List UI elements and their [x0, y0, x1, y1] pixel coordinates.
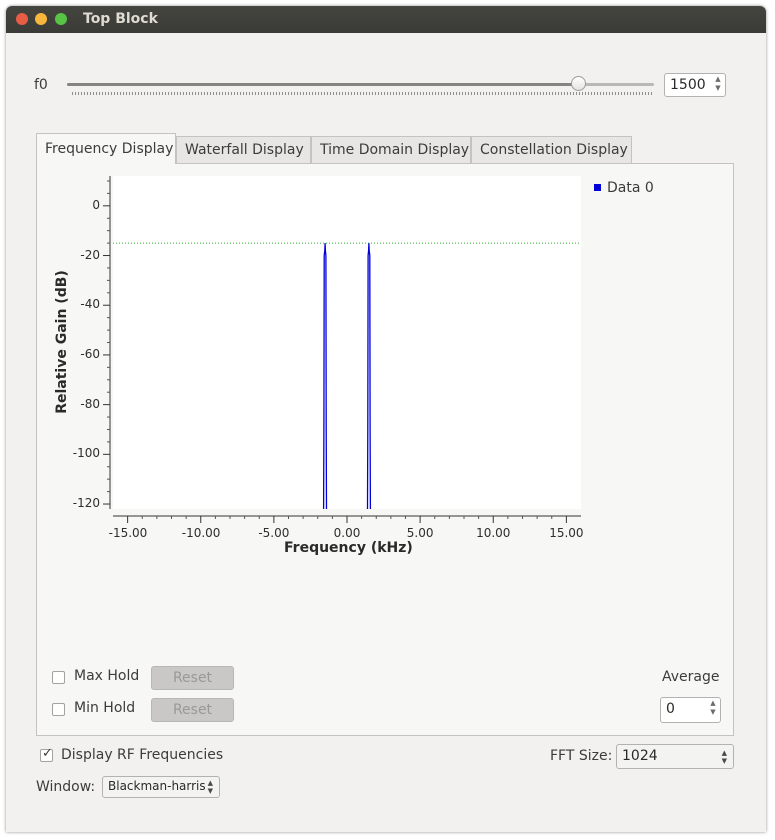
x-axis-title: Frequency (kHz)	[284, 540, 413, 556]
y-tick-label: -80	[80, 396, 100, 411]
display-rf-frequencies-label: Display RF Frequencies	[61, 747, 224, 763]
tab-waterfall-display[interactable]: Waterfall Display	[176, 136, 311, 163]
min-hold-label: Min Hold	[74, 700, 136, 716]
max-hold-checkbox[interactable]	[52, 671, 65, 684]
window-value: Blackman-harris	[108, 779, 206, 793]
plot-area[interactable]	[113, 176, 581, 509]
average-value: 0	[666, 701, 675, 717]
maximize-window-button[interactable]	[55, 13, 67, 25]
select-arrows-icon: ▲ ▼	[207, 779, 213, 795]
y-tick-label: -60	[80, 346, 100, 361]
checkmark-icon: ✓	[42, 746, 53, 761]
display-rf-frequencies-checkbox[interactable]: ✓	[40, 746, 53, 762]
tab-constellation-display[interactable]: Constellation Display	[471, 136, 632, 163]
legend-swatch-data-0	[594, 184, 601, 191]
f0-value: 1500	[670, 77, 706, 93]
min-hold-checkbox[interactable]	[52, 703, 65, 716]
f0-slider-handle[interactable]	[570, 76, 586, 91]
tab-time-domain-display[interactable]: Time Domain Display	[311, 136, 471, 163]
f0-slider-ticks	[72, 92, 654, 95]
max-hold-label: Max Hold	[74, 668, 140, 684]
window-label: Window:	[36, 779, 96, 795]
average-spinbox[interactable]: 0 ▲ ▼	[660, 697, 721, 723]
fft-size-value: 1024	[622, 748, 658, 764]
spin-arrows-icon[interactable]: ▲ ▼	[709, 699, 717, 717]
x-tick-label: -15.00	[108, 526, 148, 540]
y-axis-title: Relative Gain (dB)	[53, 270, 70, 414]
app-window: Top Block f0 1500 ▲ ▼ Frequency Display W…	[6, 6, 766, 832]
x-tick-label: -10.00	[181, 526, 221, 540]
f0-slider[interactable]	[67, 83, 654, 86]
x-tick-label: 5.00	[406, 526, 434, 540]
average-label: Average	[662, 669, 720, 685]
x-tick-label: 10.00	[476, 526, 511, 540]
x-tick-label: -5.00	[258, 526, 290, 540]
f0-value-spinbox[interactable]: 1500 ▲ ▼	[664, 73, 726, 97]
select-arrows-icon: ▲ ▼	[721, 749, 727, 765]
y-tick-label: 0	[92, 197, 100, 212]
max-hold-reset-button[interactable]: Reset	[151, 666, 234, 690]
f0-label: f0	[34, 77, 48, 93]
y-tick-label: -100	[72, 446, 100, 461]
legend-label-data-0: Data 0	[607, 180, 654, 196]
title-bar: Top Block	[6, 6, 766, 33]
y-tick-label: -120	[72, 496, 100, 511]
min-hold-reset-button[interactable]: Reset	[151, 698, 234, 722]
fft-size-select[interactable]: 1024 ▲ ▼	[616, 744, 734, 769]
window-title: Top Block	[83, 11, 158, 27]
minimize-window-button[interactable]	[35, 13, 47, 25]
fft-size-label: FFT Size:	[550, 748, 613, 764]
window-select[interactable]: Blackman-harris ▲ ▼	[102, 776, 220, 798]
x-tick-label: 15.00	[549, 526, 584, 540]
x-tick-label: 0.00	[333, 526, 361, 540]
spin-arrows-icon[interactable]: ▲ ▼	[714, 75, 722, 93]
f0-slider-fill	[67, 83, 578, 86]
tab-frequency-display[interactable]: Frequency Display	[36, 133, 176, 164]
y-tick-label: -40	[80, 297, 100, 312]
y-tick-label: -20	[80, 247, 100, 262]
close-window-button[interactable]	[16, 13, 28, 25]
